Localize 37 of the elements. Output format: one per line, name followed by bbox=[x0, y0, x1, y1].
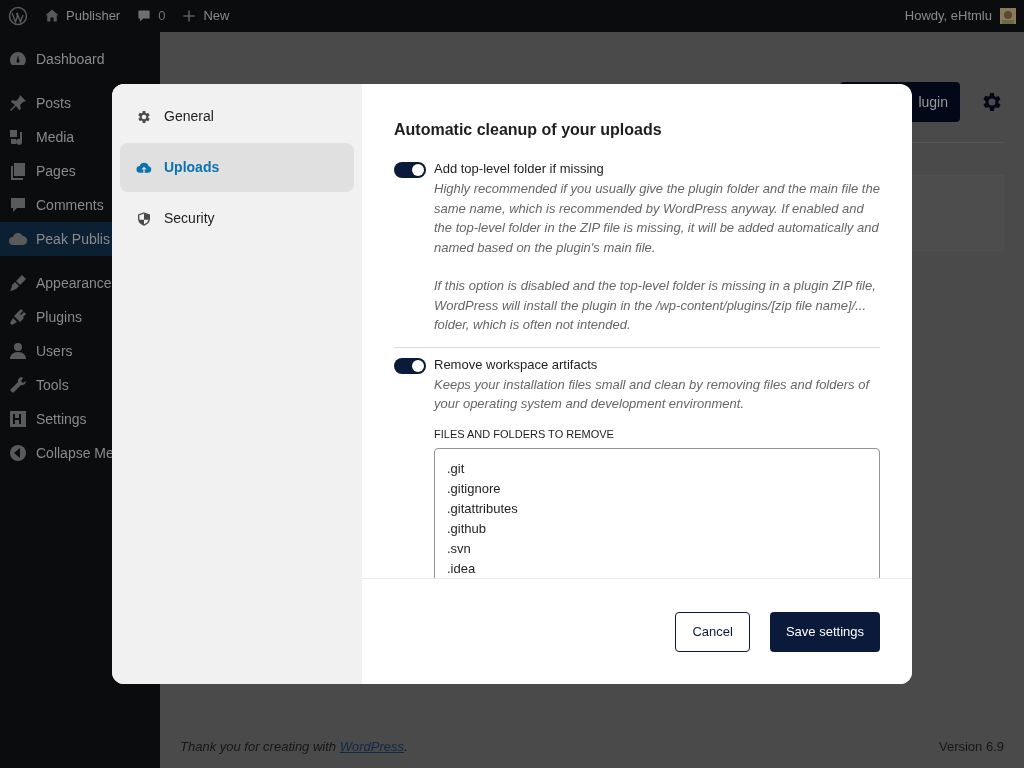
sidebar-item[interactable]: Plugins bbox=[0, 300, 160, 334]
option-description: Highly recommended if you usually give the plugin folder and the main file the same name, which is recommended by WordPress anyway. If enabled and the top-level folder in the ZIP file is missing, it will be added automatically and named based on the plugin's main file. bbox=[434, 180, 880, 257]
plus-icon[interactable] bbox=[181, 8, 198, 24]
comment-icon bbox=[8, 195, 28, 215]
option-description: Keeps your installation files small and clean by removing files and folders of your operating system and development environment. bbox=[434, 375, 871, 413]
section-heading: Automatic cleanup of your uploads bbox=[394, 120, 663, 140]
pages-icon bbox=[8, 161, 28, 181]
comment-icon[interactable] bbox=[136, 8, 153, 24]
save-button[interactable]: Save settings bbox=[769, 611, 880, 652]
new-link[interactable]: New bbox=[203, 6, 230, 26]
site-name-link[interactable]: Publisher bbox=[66, 6, 121, 26]
shield-icon bbox=[136, 210, 152, 227]
cancel-button[interactable]: Cancel bbox=[675, 611, 750, 652]
home-icon[interactable] bbox=[44, 8, 60, 24]
sidebar-item[interactable]: Dashboard bbox=[0, 42, 160, 76]
option-label: Add top-level folder if missing bbox=[434, 160, 605, 178]
option-label: Remove workspace artifacts bbox=[434, 355, 599, 374]
settings-icon bbox=[136, 108, 152, 125]
plug-icon bbox=[8, 307, 28, 327]
wordpress-logo-icon[interactable] bbox=[8, 6, 28, 26]
user-icon bbox=[8, 341, 28, 361]
comment-count: 0 bbox=[158, 7, 166, 26]
sidebar-item[interactable]: Appearance bbox=[0, 266, 160, 300]
sidebar-item[interactable]: Settings bbox=[0, 402, 160, 436]
sidebar-item[interactable]: Tools bbox=[0, 368, 160, 402]
sliders-icon bbox=[8, 409, 28, 429]
wrench-icon bbox=[8, 375, 28, 395]
toggle-switch[interactable] bbox=[394, 162, 426, 178]
field-label: FILES AND FOLDERS TO REMOVE bbox=[434, 426, 615, 442]
dialog-nav-tab[interactable]: Uploads bbox=[120, 143, 354, 192]
collapse-icon[interactable] bbox=[8, 443, 28, 463]
pin-icon bbox=[8, 93, 28, 113]
sidebar-item[interactable]: Users bbox=[0, 334, 160, 368]
greeting-link[interactable]: Howdy, eHtmlu bbox=[904, 6, 992, 26]
brush-icon bbox=[8, 273, 28, 293]
toggle-switch[interactable] bbox=[394, 357, 426, 374]
option-description: If this option is disabled and the top-level folder is missing in a plugin ZIP file, WordPress will install the plugin in the /wp-content/plugins/[zip file name]/... folder, which is often not intended. bbox=[434, 277, 877, 334]
